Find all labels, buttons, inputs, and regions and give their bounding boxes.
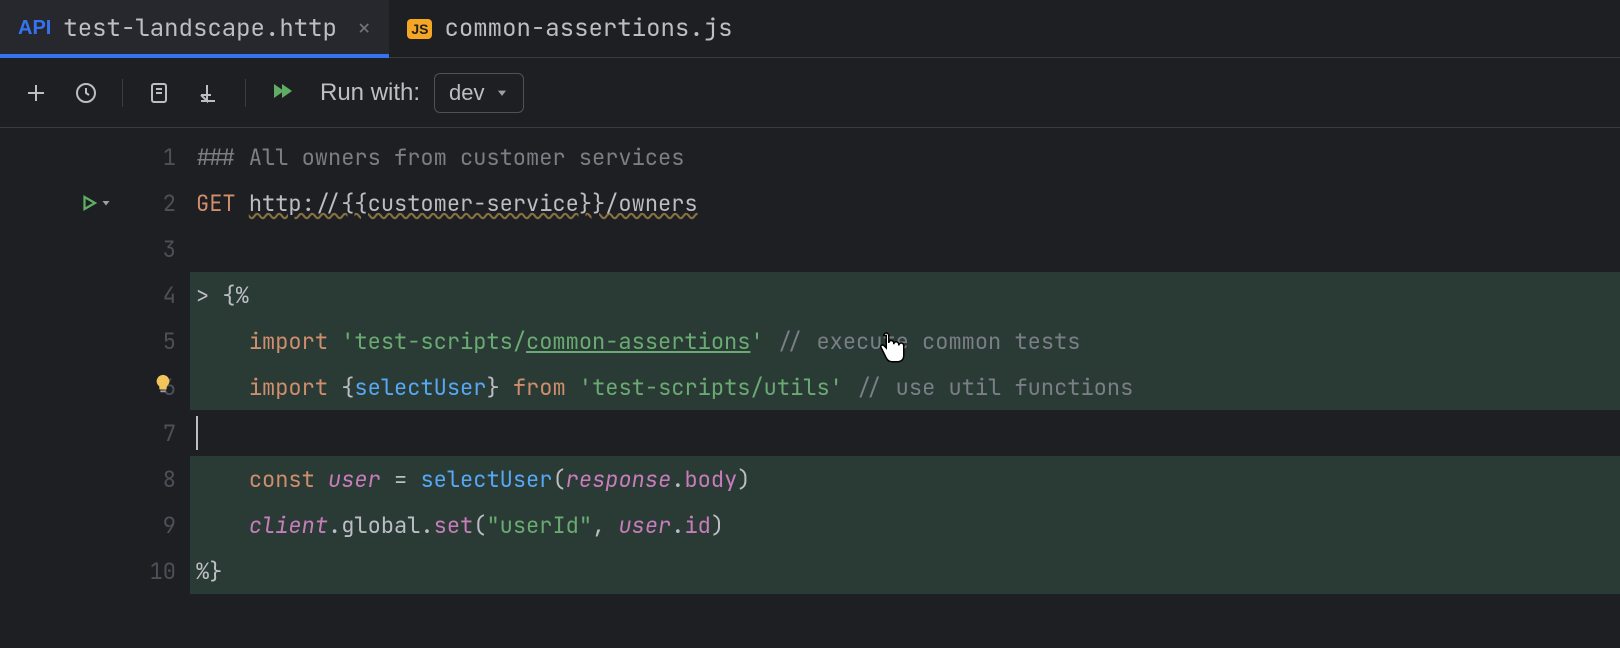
line-number: 2 <box>136 189 176 218</box>
code-line-6[interactable]: import {selectUser} from 'test-scripts/u… <box>190 364 1620 410</box>
line-number: 9 <box>136 511 176 540</box>
add-request-button[interactable] <box>18 75 54 111</box>
code-line-3[interactable] <box>190 226 1620 272</box>
code-line-4[interactable]: > {% <box>190 272 1620 318</box>
examples-button[interactable] <box>141 75 177 111</box>
environment-value: dev <box>449 80 484 106</box>
line-number: 7 <box>136 419 176 448</box>
api-file-icon: API <box>18 17 51 40</box>
code-line-7[interactable] <box>190 410 1620 456</box>
code-line-9[interactable]: client.global.set("userId", user.id) <box>190 502 1620 548</box>
code-area[interactable]: ### All owners from customer services GE… <box>190 128 1620 648</box>
code-line-5[interactable]: import 'test-scripts/common-assertions' … <box>190 318 1620 364</box>
line-number: 3 <box>136 235 176 264</box>
chevron-down-icon <box>495 86 509 100</box>
code-line-8[interactable]: const user = selectUser(response.body) <box>190 456 1620 502</box>
line-number: 8 <box>136 465 176 494</box>
gutter: 1 2 3 4 5 6 7 8 9 10 <box>0 128 190 648</box>
import-link-common-assertions[interactable]: common-assertions <box>526 327 750 356</box>
code-line-1[interactable]: ### All owners from customer services <box>190 134 1620 180</box>
code-editor[interactable]: 1 2 3 4 5 6 7 8 9 10 ### All owners from… <box>0 128 1620 648</box>
intention-bulb-icon[interactable] <box>152 373 174 402</box>
tab-bar: API test-landscape.http × JS common-asse… <box>0 0 1620 58</box>
tab-label: common-assertions.js <box>444 13 732 44</box>
line-number: 4 <box>136 281 176 310</box>
line-number: 5 <box>136 327 176 356</box>
import-button[interactable] <box>191 75 227 111</box>
run-all-button[interactable] <box>264 75 300 111</box>
code-line-10[interactable]: %} <box>190 548 1620 594</box>
text-caret <box>196 416 198 450</box>
line-number: 1 <box>136 143 176 172</box>
js-file-icon: JS <box>407 19 432 39</box>
history-button[interactable] <box>68 75 104 111</box>
line-number: 10 <box>136 557 176 586</box>
separator <box>122 79 123 107</box>
run-request-gutter-icon[interactable] <box>80 194 112 212</box>
run-with-label: Run with: <box>320 79 420 107</box>
tab-test-landscape[interactable]: API test-landscape.http × <box>0 0 389 57</box>
separator <box>245 79 246 107</box>
editor-toolbar: Run with: dev <box>0 58 1620 128</box>
chevron-down-icon <box>100 197 112 209</box>
tab-common-assertions[interactable]: JS common-assertions.js <box>389 0 750 57</box>
environment-dropdown[interactable]: dev <box>434 73 523 113</box>
code-line-2[interactable]: GET http://{{customer-service}}/owners <box>190 180 1620 226</box>
close-icon[interactable]: × <box>357 13 371 44</box>
tab-label: test-landscape.http <box>63 13 337 44</box>
